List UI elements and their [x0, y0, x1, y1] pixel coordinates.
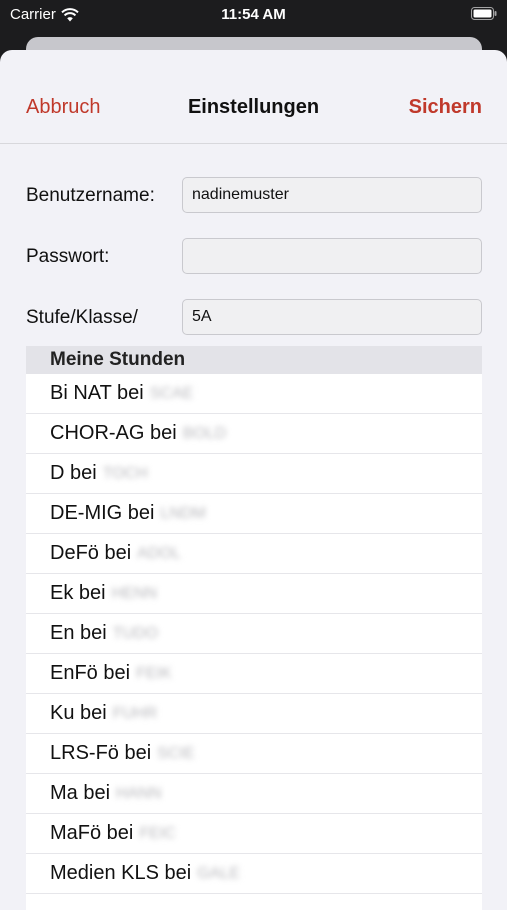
battery-icon — [471, 7, 497, 20]
lesson-row[interactable]: Ma bei HANN — [26, 774, 482, 814]
lesson-subject: CHOR-AG bei — [50, 422, 177, 444]
password-row: Passwort: — [26, 238, 482, 274]
lesson-row[interactable]: Bi NAT bei SCAE — [26, 374, 482, 414]
lesson-teacher: FEIK — [136, 664, 172, 682]
lesson-row[interactable]: Medien KLS bei GALE — [26, 854, 482, 894]
lesson-teacher: TUDO — [112, 624, 159, 642]
password-field[interactable] — [182, 238, 482, 274]
cancel-button[interactable]: Abbruch — [26, 96, 101, 119]
save-button[interactable]: Sichern — [409, 96, 482, 119]
lesson-teacher: FEIC — [139, 824, 176, 842]
lesson-subject: D bei — [50, 462, 97, 484]
lesson-teacher: FUHR — [112, 704, 158, 722]
lesson-row[interactable]: En bei TUDO — [26, 614, 482, 654]
lesson-teacher: GALE — [197, 864, 240, 882]
lesson-subject: En bei — [50, 622, 107, 644]
username-row: Benutzername: — [26, 177, 482, 213]
lesson-row[interactable]: DeFö bei ADOL — [26, 534, 482, 574]
lesson-subject: MaFö bei — [50, 822, 134, 844]
lessons-list: Meine Stunden Bi NAT bei SCAE CHOR-AG bei B… — [26, 346, 482, 910]
lesson-row[interactable]: Ku bei FUHR — [26, 694, 482, 734]
settings-sheet: Abbruch Einstellungen Sichern Benutzerna… — [0, 50, 507, 910]
lesson-subject: Medien KLS bei — [50, 862, 192, 884]
lesson-row[interactable]: Ek bei HENN — [26, 574, 482, 614]
lessons-section-header: Meine Stunden — [26, 346, 482, 374]
lesson-row[interactable]: CHOR-AG bei BOLD — [26, 414, 482, 454]
lesson-teacher: SCIE — [157, 744, 195, 762]
username-field[interactable] — [182, 177, 482, 213]
lesson-row[interactable]: EnFö bei FEIK — [26, 654, 482, 694]
class-field[interactable] — [182, 299, 482, 335]
lesson-teacher: LNDM — [160, 504, 206, 522]
class-label: Stufe/Klasse/ — [26, 307, 138, 328]
lesson-subject: EnFö bei — [50, 662, 131, 684]
lesson-teacher: TOCH — [102, 464, 148, 482]
lesson-rows: Bi NAT bei SCAE CHOR-AG bei BOLD D bei TOCH DE… — [26, 374, 482, 894]
lesson-row[interactable]: D bei TOCH — [26, 454, 482, 494]
lesson-subject: DeFö bei — [50, 542, 132, 564]
lesson-subject: Bi NAT bei — [50, 382, 144, 404]
lesson-teacher: ADOL — [137, 544, 181, 562]
class-row: Stufe/Klasse/ — [26, 299, 482, 335]
lesson-teacher: HANN — [116, 784, 162, 802]
clock: 11:54 AM — [221, 6, 286, 23]
lesson-teacher: BOLD — [182, 424, 227, 442]
password-label: Passwort: — [26, 246, 110, 267]
lesson-row[interactable]: MaFö bei FEIC — [26, 814, 482, 854]
lesson-teacher: HENN — [111, 584, 157, 602]
lesson-subject: LRS-Fö bei — [50, 742, 152, 764]
lesson-subject: Ma bei — [50, 782, 111, 804]
lesson-teacher: SCAE — [149, 384, 194, 402]
lesson-subject: DE-MIG bei — [50, 502, 155, 524]
navigation-bar: Abbruch Einstellungen Sichern — [0, 50, 507, 144]
lesson-subject: Ku bei — [50, 702, 107, 724]
lesson-subject: Ek bei — [50, 582, 106, 604]
status-bar: Carrier 11:54 AM — [0, 0, 507, 30]
lesson-row[interactable]: LRS-Fö bei SCIE — [26, 734, 482, 774]
username-label: Benutzername: — [26, 185, 155, 206]
lesson-row[interactable]: DE-MIG bei LNDM — [26, 494, 482, 534]
